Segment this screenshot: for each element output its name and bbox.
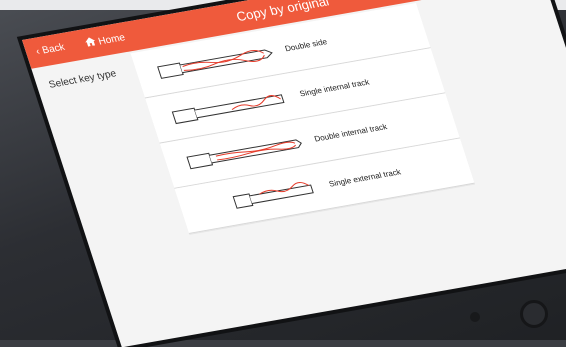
single-external-track-key-icon — [232, 181, 314, 209]
bezel-screw — [470, 312, 480, 322]
bezel-knob — [520, 300, 548, 328]
key-type-label: Single internal track — [298, 77, 371, 99]
key-type-label: Double side — [283, 37, 329, 54]
select-key-type-label: Select key type — [47, 68, 118, 91]
key-type-label: Single external track — [327, 167, 402, 189]
key-type-label: Double internal track — [313, 122, 389, 144]
